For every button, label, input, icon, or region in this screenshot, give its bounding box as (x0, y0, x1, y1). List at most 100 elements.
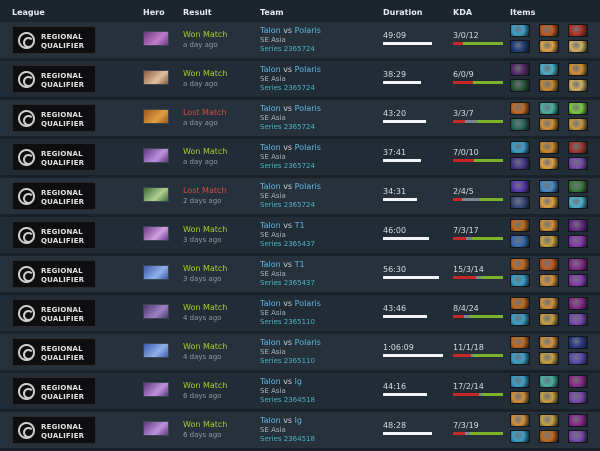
hero-portrait[interactable] (143, 31, 169, 46)
item-icon[interactable] (539, 430, 559, 443)
item-icon[interactable] (539, 40, 559, 53)
league-logo[interactable]: REGIONAL QUALIFIER (12, 143, 96, 171)
team2-link[interactable]: lg (295, 377, 302, 386)
item-icon[interactable] (539, 391, 559, 404)
item-icon[interactable] (539, 235, 559, 248)
item-icon[interactable] (539, 24, 559, 37)
item-icon[interactable] (568, 313, 588, 326)
league-logo[interactable]: REGIONAL QUALIFIER (12, 221, 96, 249)
league-logo[interactable]: REGIONAL QUALIFIER (12, 338, 96, 366)
item-icon[interactable] (510, 180, 530, 193)
item-icon[interactable] (568, 40, 588, 53)
hero-portrait[interactable] (143, 226, 169, 241)
col-hero-header[interactable]: Hero (143, 8, 165, 17)
item-icon[interactable] (568, 375, 588, 388)
item-icon[interactable] (568, 157, 588, 170)
item-icon[interactable] (568, 196, 588, 209)
item-icon[interactable] (539, 313, 559, 326)
team1-link[interactable]: Talon (260, 221, 281, 230)
item-icon[interactable] (539, 297, 559, 310)
item-icon[interactable] (510, 235, 530, 248)
item-icon[interactable] (510, 297, 530, 310)
hero-portrait[interactable] (143, 343, 169, 358)
item-icon[interactable] (568, 102, 588, 115)
item-icon[interactable] (568, 235, 588, 248)
team1-link[interactable]: Talon (260, 377, 281, 386)
team1-link[interactable]: Talon (260, 260, 281, 269)
match-result-link[interactable]: Won Match (183, 147, 227, 156)
team1-link[interactable]: Talon (260, 182, 281, 191)
item-icon[interactable] (510, 375, 530, 388)
league-logo[interactable]: REGIONAL QUALIFIER (12, 104, 96, 132)
series-link[interactable]: Series 2365437 (260, 240, 315, 250)
hero-portrait[interactable] (143, 421, 169, 436)
series-link[interactable]: Series 2365724 (260, 162, 321, 172)
item-icon[interactable] (539, 352, 559, 365)
item-icon[interactable] (510, 391, 530, 404)
item-icon[interactable] (539, 196, 559, 209)
match-result-link[interactable]: Won Match (183, 264, 227, 273)
item-icon[interactable] (568, 352, 588, 365)
item-icon[interactable] (539, 375, 559, 388)
match-row[interactable]: REGIONAL QUALIFIER Won Match 3 days ago Talo… (0, 217, 600, 253)
item-icon[interactable] (539, 157, 559, 170)
team2-link[interactable]: T1 (295, 221, 305, 230)
item-icon[interactable] (510, 336, 530, 349)
item-icon[interactable] (539, 118, 559, 131)
match-result-link[interactable]: Won Match (183, 69, 227, 78)
col-kda-header[interactable]: KDA (453, 8, 472, 17)
team1-link[interactable]: Talon (260, 104, 281, 113)
match-result-link[interactable]: Won Match (183, 342, 227, 351)
item-icon[interactable] (510, 102, 530, 115)
item-icon[interactable] (568, 391, 588, 404)
item-icon[interactable] (539, 414, 559, 427)
item-icon[interactable] (510, 196, 530, 209)
series-link[interactable]: Series 2365437 (260, 279, 315, 289)
item-icon[interactable] (510, 79, 530, 92)
col-duration-header[interactable]: Duration (383, 8, 422, 17)
league-logo[interactable]: REGIONAL QUALIFIER (12, 377, 96, 405)
team1-link[interactable]: Talon (260, 65, 281, 74)
hero-portrait[interactable] (143, 187, 169, 202)
item-icon[interactable] (539, 63, 559, 76)
item-icon[interactable] (568, 24, 588, 37)
series-link[interactable]: Series 2364518 (260, 396, 315, 406)
series-link[interactable]: Series 2365110 (260, 318, 321, 328)
item-icon[interactable] (539, 274, 559, 287)
team2-link[interactable]: Polaris (295, 104, 321, 113)
series-link[interactable]: Series 2365724 (260, 123, 321, 133)
item-icon[interactable] (568, 274, 588, 287)
item-icon[interactable] (539, 180, 559, 193)
match-result-link[interactable]: Won Match (183, 420, 227, 429)
item-icon[interactable] (568, 141, 588, 154)
item-icon[interactable] (510, 40, 530, 53)
match-row[interactable]: REGIONAL QUALIFIER Won Match 6 days ago Talo… (0, 412, 600, 448)
item-icon[interactable] (568, 63, 588, 76)
item-icon[interactable] (568, 219, 588, 232)
league-logo[interactable]: REGIONAL QUALIFIER (12, 26, 96, 54)
team2-link[interactable]: Polaris (295, 143, 321, 152)
match-row[interactable]: REGIONAL QUALIFIER Won Match 6 days ago Talo… (0, 373, 600, 409)
item-icon[interactable] (539, 141, 559, 154)
hero-portrait[interactable] (143, 265, 169, 280)
item-icon[interactable] (510, 141, 530, 154)
col-items-header[interactable]: Items (510, 8, 535, 17)
team2-link[interactable]: Polaris (295, 338, 321, 347)
team2-link[interactable]: Polaris (295, 299, 321, 308)
team2-link[interactable]: Polaris (295, 26, 321, 35)
item-icon[interactable] (539, 336, 559, 349)
series-link[interactable]: Series 2365724 (260, 45, 321, 55)
match-row[interactable]: REGIONAL QUALIFIER Won Match a day ago Talon… (0, 61, 600, 97)
league-logo[interactable]: REGIONAL QUALIFIER (12, 65, 96, 93)
item-icon[interactable] (510, 63, 530, 76)
match-result-link[interactable]: Lost Match (183, 186, 226, 195)
match-result-link[interactable]: Lost Match (183, 108, 226, 117)
team2-link[interactable]: T1 (295, 260, 305, 269)
hero-portrait[interactable] (143, 70, 169, 85)
team1-link[interactable]: Talon (260, 26, 281, 35)
item-icon[interactable] (568, 180, 588, 193)
col-team-header[interactable]: Team (260, 8, 284, 17)
item-icon[interactable] (568, 118, 588, 131)
match-result-link[interactable]: Won Match (183, 30, 227, 39)
league-logo[interactable]: REGIONAL QUALIFIER (12, 182, 96, 210)
